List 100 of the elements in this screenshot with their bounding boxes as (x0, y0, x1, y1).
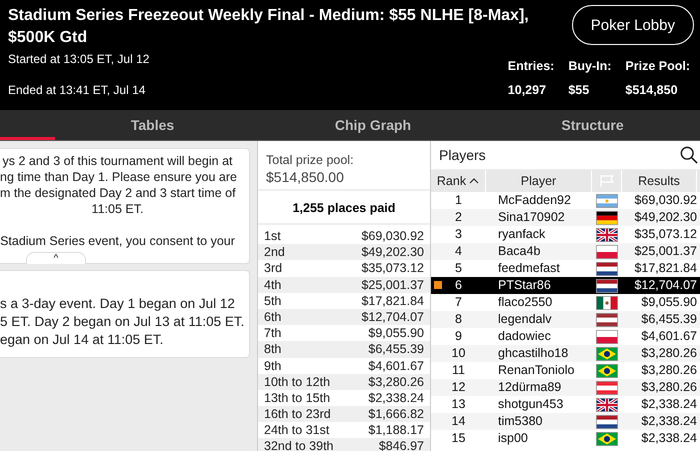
player-name-cell: shotgun453 (498, 397, 564, 411)
player-row[interactable]: 10 ghcastilho18 $3,280.26 (431, 345, 700, 362)
result-cell: $12,704.07 (634, 278, 697, 292)
place-cell: 13th to 15th (264, 390, 330, 406)
brazil-flag-icon (596, 364, 618, 378)
place-cell: 6th (264, 308, 282, 326)
player-row[interactable]: 9 dadowiec $4,601.67 (431, 328, 700, 345)
player-row[interactable]: 1 McFadden92 $69,030.92 (431, 192, 700, 209)
result-cell: $2,338.24 (641, 414, 697, 428)
place-cell: 2nd (264, 244, 285, 260)
results-column-header[interactable]: Results (622, 170, 697, 192)
payout-cell: $49,202.30 (361, 244, 424, 260)
rank-cell: 15 (452, 430, 466, 447)
payout-cell: $9,055.90 (368, 325, 424, 342)
latvia-flag-icon (596, 312, 618, 326)
tab[interactable]: Chip Graph (305, 110, 441, 140)
player-name-cell: RenanToniolo (498, 363, 574, 377)
player-row[interactable]: 8 legendalv $6,455.39 (431, 311, 700, 328)
player-row[interactable]: 6 PTStar86 $12,704.07 (431, 277, 700, 294)
tab[interactable]: Structure (441, 110, 700, 140)
notice-text: ys 2 and 3 of this tournament will begin at (2, 153, 234, 169)
result-cell: $3,280.26 (641, 380, 697, 394)
result-cell: $3,280.26 (641, 363, 697, 377)
player-row[interactable]: 4 Baca4b $25,001.37 (431, 243, 700, 260)
player-name-cell: tim5380 (498, 414, 542, 428)
search-icon[interactable] (680, 146, 698, 164)
payout-cell: $25,001.37 (361, 276, 424, 293)
payout-cell: $35,073.12 (361, 260, 424, 277)
player-name-cell: feedmefast (498, 261, 560, 275)
player-name-cell: Baca4b (498, 244, 540, 258)
rank-column-header[interactable]: Rank (431, 170, 486, 192)
result-cell: $17,821.84 (634, 261, 697, 275)
player-row[interactable]: 15 isp00 $2,338.24 (431, 430, 700, 447)
rank-cell: 1 (455, 192, 462, 209)
rank-cell: 7 (455, 294, 462, 311)
notice-text: 11:05 ET. (90, 201, 144, 217)
brazil-flag-icon (596, 346, 618, 360)
player-name-cell: dadowiec (498, 329, 551, 343)
tournament-title: Stadium Series Freezeout Weekly Final - Medium: $55 NLHE [8-Max], $500K Gtd (8, 6, 530, 48)
place-cell: 16th to 23rd (264, 406, 331, 422)
brazil-flag-icon (596, 432, 618, 446)
start-time: Started at 13:05 ET, Jul 12 (8, 52, 150, 66)
result-cell: $9,055.90 (641, 295, 697, 309)
players-title: Players (439, 147, 486, 163)
place-cell: 9th (264, 358, 282, 374)
payout-cell: $69,030.92 (361, 228, 424, 244)
notice-text: m the designated Day 2 and 3 start time of (0, 185, 235, 201)
rank-cell: 9 (455, 328, 462, 345)
player-row[interactable]: 14 tim5380 $2,338.24 (431, 413, 700, 430)
notice-text: ng time than Day 1. Please ensure you are (0, 169, 235, 185)
payout-cell: $17,821.84 (361, 292, 424, 309)
selection-marker-icon (434, 281, 442, 289)
tab[interactable]: Tables (0, 110, 305, 140)
player-column-header[interactable]: Player (486, 170, 592, 192)
player-name-cell: ghcastilho18 (498, 346, 568, 360)
result-cell: $3,280.26 (641, 346, 697, 360)
place-cell: 10th to 12th (264, 374, 330, 390)
schedule-text: s a 3-day event. Day 1 began on Jul 12 (0, 295, 236, 313)
player-name-cell: PTStar86 (498, 278, 551, 292)
poker-lobby-button[interactable]: Poker Lobby (572, 5, 694, 45)
player-row[interactable]: 5 feedmefast $17,821.84 (431, 260, 700, 277)
place-cell: 1st (264, 228, 281, 244)
place-cell: 24th to 31st (264, 422, 330, 438)
player-row[interactable]: 12 12dürma89 $3,280.26 (431, 379, 700, 396)
places-paid-heading: 1,255 places paid (258, 191, 430, 225)
place-cell: 8th (264, 341, 282, 358)
rank-cell: 2 (455, 209, 462, 226)
player-name-cell: ryanfack (498, 227, 546, 241)
payout-cell: $846.97 (378, 438, 424, 451)
poland-flag-icon (596, 244, 618, 258)
rank-cell: 8 (455, 311, 462, 328)
total-prize-label: Total prize pool: (266, 153, 355, 167)
rank-cell: 12 (452, 379, 466, 396)
player-row[interactable]: 2 Sina170902 $49,202.30 (431, 209, 700, 226)
stat-value: $55 (568, 83, 590, 97)
stat-value: $514,850 (625, 83, 679, 97)
place-cell: 32nd to 39th (264, 438, 334, 451)
stat-label: Prize Pool: (625, 59, 690, 73)
payout-cell: $6,455.39 (368, 341, 424, 358)
place-cell: 7th (264, 325, 282, 342)
netherlands-flag-icon (596, 262, 618, 276)
result-cell: $2,338.24 (641, 431, 697, 445)
poland-flag-icon (596, 330, 618, 344)
player-name-cell: 12dürma89 (498, 380, 562, 394)
tab-indicator (0, 137, 55, 140)
netherlands-flag-icon (596, 278, 618, 292)
player-row[interactable]: 11 RenanToniolo $3,280.26 (431, 362, 700, 379)
collapse-toggle[interactable]: ^ (26, 252, 86, 264)
rank-cell: 5 (455, 260, 462, 277)
schedule-text: egan on Jul 14 at 11:05 ET. (0, 331, 164, 349)
place-cell: 4th (264, 276, 282, 293)
rank-cell: 13 (452, 396, 466, 413)
schedule-text: 5 ET. Day 2 began on Jul 13 at 11:05 ET. (0, 313, 246, 331)
uk-flag-icon (596, 398, 618, 412)
total-prize-value: $514,850.00 (266, 169, 345, 185)
austria-flag-icon (596, 380, 618, 394)
netherlands-flag-icon (596, 414, 618, 428)
place-cell: 3rd (264, 260, 282, 277)
player-row[interactable]: 7 flaco2550 $9,055.90 (431, 294, 700, 311)
rank-cell: 11 (452, 362, 465, 379)
